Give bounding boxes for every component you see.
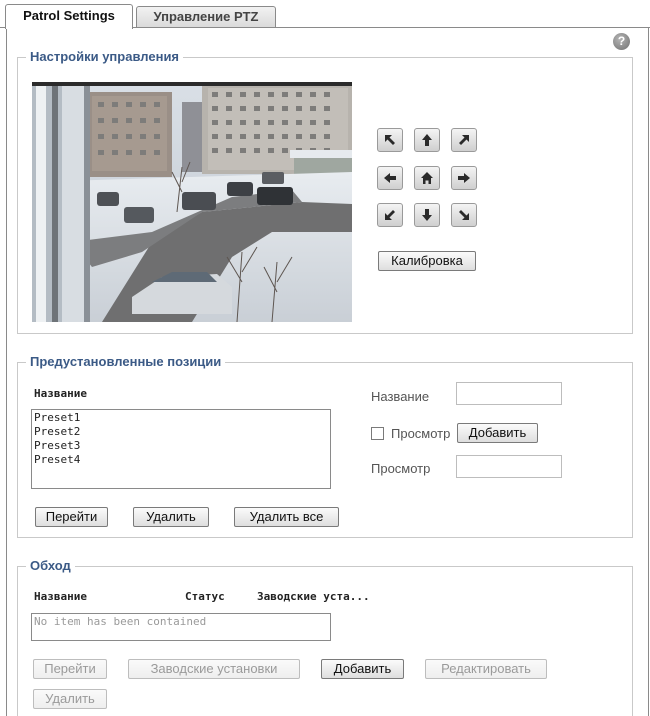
help-icon[interactable]: ? bbox=[613, 33, 630, 50]
patrol-add-button[interactable]: Добавить bbox=[321, 659, 404, 679]
preset-list[interactable]: Preset1 Preset2 Preset3 Preset4 bbox=[31, 409, 331, 489]
preview-checkbox[interactable] bbox=[371, 427, 384, 440]
delete-preset-button[interactable]: Удалить bbox=[133, 507, 209, 527]
add-preset-button[interactable]: Добавить bbox=[457, 423, 538, 443]
tab-ptz-control[interactable]: Управление PTZ bbox=[136, 6, 276, 28]
patrol-list[interactable]: No item has been contained bbox=[31, 613, 331, 641]
patrol-section: Обход bbox=[17, 558, 633, 716]
preset-name-field[interactable] bbox=[456, 382, 562, 405]
right-arrow-icon[interactable] bbox=[451, 166, 477, 190]
up-right-arrow-icon[interactable] bbox=[451, 128, 477, 152]
home-icon[interactable] bbox=[414, 166, 440, 190]
preset-name-label: Название bbox=[371, 389, 430, 404]
patrol-edit-button[interactable]: Редактировать bbox=[425, 659, 547, 679]
list-item[interactable]: Preset1 bbox=[32, 411, 330, 425]
patrol-go-button[interactable]: Перейти bbox=[33, 659, 107, 679]
control-settings-legend: Настройки управления bbox=[26, 49, 184, 64]
down-left-arrow-icon[interactable] bbox=[377, 203, 403, 227]
down-right-arrow-icon[interactable] bbox=[451, 203, 477, 227]
list-item[interactable]: Preset4 bbox=[32, 453, 330, 467]
delete-all-presets-button[interactable]: Удалить все bbox=[234, 507, 339, 527]
down-arrow-icon[interactable] bbox=[414, 203, 440, 227]
patrol-empty-text: No item has been contained bbox=[34, 615, 207, 628]
tab-bar: Patrol Settings Управление PTZ bbox=[0, 0, 650, 29]
presets-legend: Предустановленные позиции bbox=[26, 354, 226, 369]
patrol-column-defaults: Заводские уста... bbox=[257, 590, 370, 603]
patrol-column-status: Статус bbox=[185, 590, 225, 603]
preset-list-header: Название bbox=[34, 387, 87, 400]
preview-checkbox-label: Просмотр bbox=[391, 426, 451, 441]
calibrate-button[interactable]: Калибровка bbox=[378, 251, 476, 271]
patrol-defaults-button[interactable]: Заводские установки bbox=[128, 659, 300, 679]
preview-label: Просмотр bbox=[371, 461, 431, 476]
up-left-arrow-icon[interactable] bbox=[377, 128, 403, 152]
patrol-legend: Обход bbox=[26, 558, 75, 573]
left-arrow-icon[interactable] bbox=[377, 166, 403, 190]
list-item[interactable]: Preset3 bbox=[32, 439, 330, 453]
patrol-delete-button[interactable]: Удалить bbox=[33, 689, 107, 709]
go-to-preset-button[interactable]: Перейти bbox=[35, 507, 108, 527]
list-item[interactable]: Preset2 bbox=[32, 425, 330, 439]
tab-patrol-settings[interactable]: Patrol Settings bbox=[5, 4, 133, 29]
camera-snapshot-image bbox=[32, 82, 352, 322]
preview-field[interactable] bbox=[456, 455, 562, 478]
camera-video-view[interactable] bbox=[32, 82, 352, 322]
up-arrow-icon[interactable] bbox=[414, 128, 440, 152]
patrol-column-name: Название bbox=[34, 590, 87, 603]
